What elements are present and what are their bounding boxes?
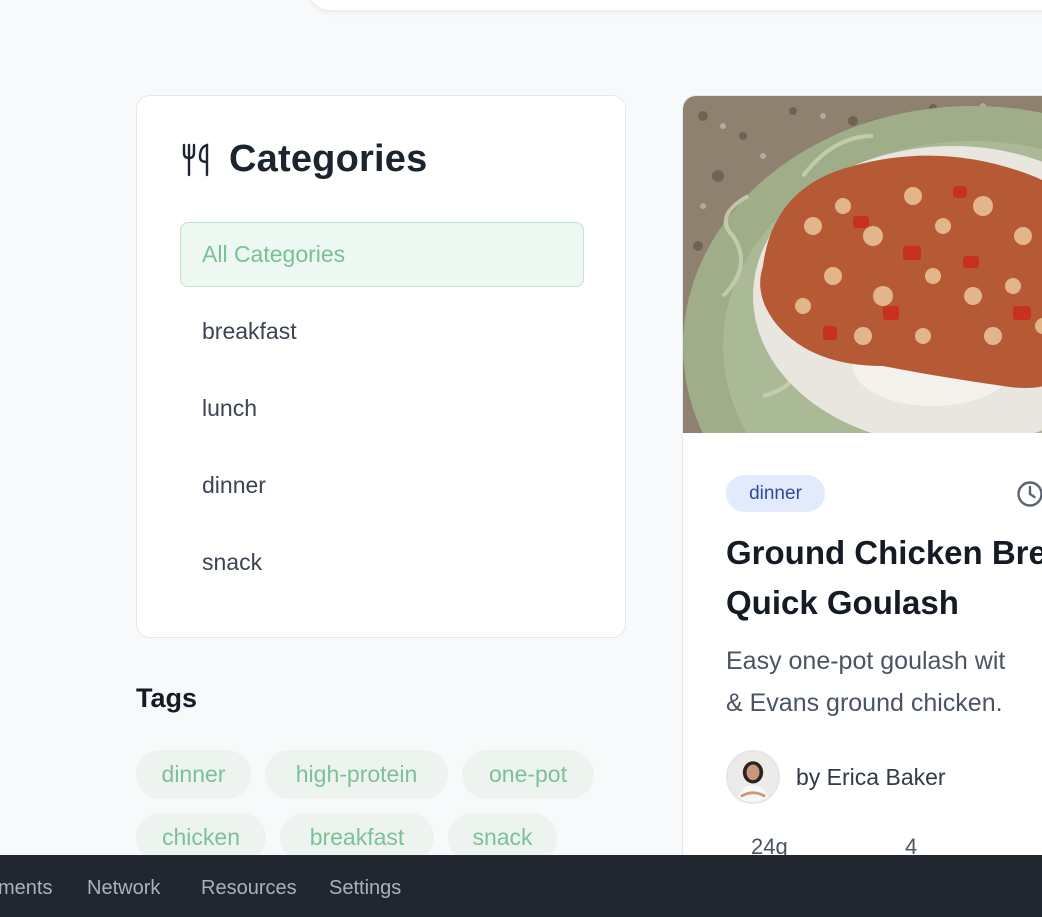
utensils-icon bbox=[182, 142, 209, 176]
devtools-tab-network[interactable]: Network bbox=[87, 877, 160, 900]
tag-high-protein[interactable]: high-protein bbox=[265, 750, 448, 799]
devtools-bar: ments Network Resources Settings bbox=[0, 855, 1042, 917]
categories-title: Categories bbox=[229, 138, 428, 180]
tag-dinner[interactable]: dinner bbox=[136, 750, 251, 799]
categories-header: Categories bbox=[181, 138, 427, 181]
category-list: All Categories breakfast lunch dinner sn… bbox=[180, 222, 584, 607]
tags-heading: Tags bbox=[136, 683, 198, 713]
categories-card: Categories All Categories breakfast lunc… bbox=[136, 95, 626, 638]
category-item-dinner[interactable]: dinner bbox=[180, 453, 584, 518]
devtools-tab-resources[interactable]: Resources bbox=[201, 877, 297, 900]
author-name: by Erica Baker bbox=[796, 763, 946, 790]
recipe-author: by Erica Baker bbox=[726, 750, 946, 804]
page: Categories All Categories breakfast lunc… bbox=[0, 0, 1042, 917]
recipe-description: Easy one-pot goulash wit & Evans ground … bbox=[726, 647, 1006, 717]
avatar bbox=[726, 750, 780, 804]
recipe-card[interactable]: dinner Ground Chicken Bre Quick Goulash … bbox=[682, 95, 1042, 895]
devtools-tab-elements[interactable]: ments bbox=[0, 877, 52, 900]
recipe-photo bbox=[683, 96, 1042, 433]
category-item-snack[interactable]: snack bbox=[180, 530, 584, 595]
category-badge: dinner bbox=[726, 475, 825, 512]
top-floating-bar bbox=[308, 0, 1042, 10]
tag-one-pot[interactable]: one-pot bbox=[462, 750, 594, 799]
category-item-all[interactable]: All Categories bbox=[180, 222, 584, 287]
category-item-breakfast[interactable]: breakfast bbox=[180, 299, 584, 364]
devtools-tab-settings[interactable]: Settings bbox=[329, 877, 401, 900]
category-item-lunch[interactable]: lunch bbox=[180, 376, 584, 441]
recipe-title[interactable]: Ground Chicken Bre Quick Goulash bbox=[726, 528, 1042, 628]
clock-icon bbox=[1017, 481, 1042, 507]
